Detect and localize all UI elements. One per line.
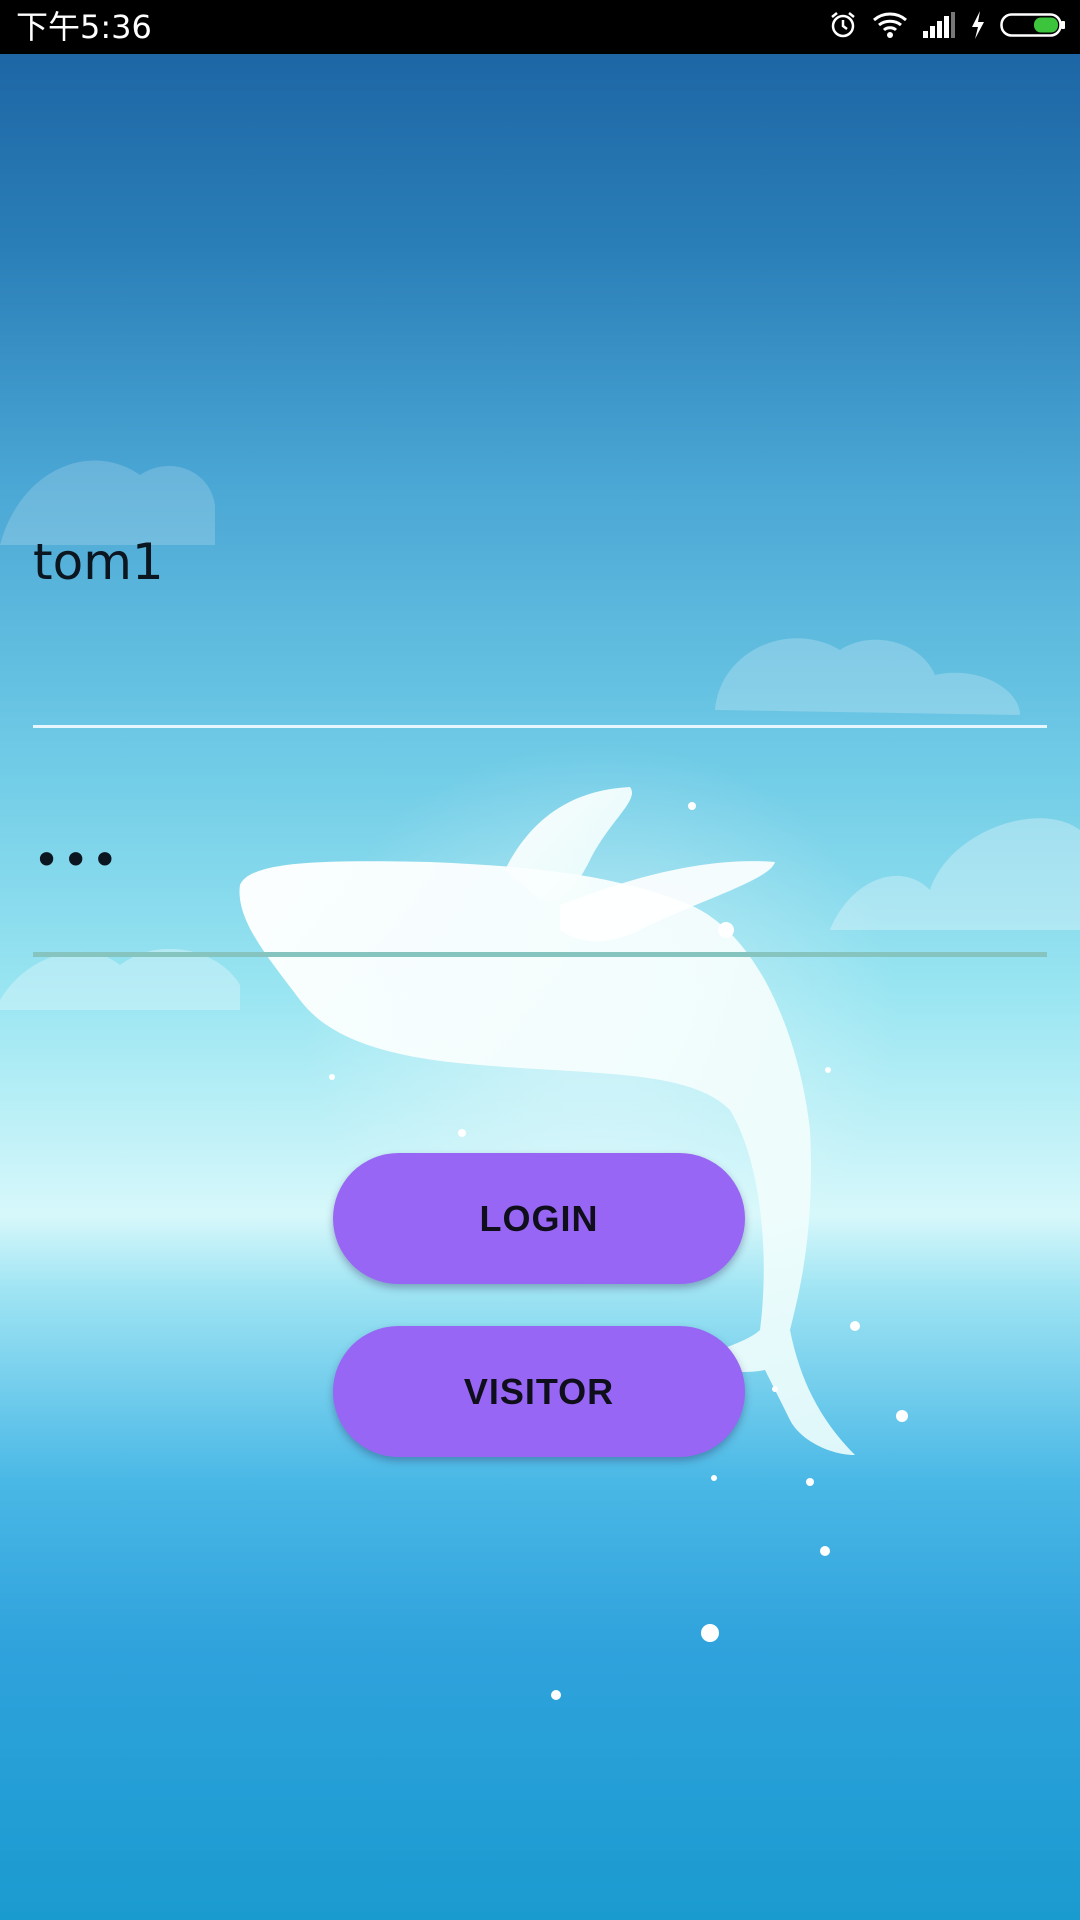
status-bar: 下午5:36 [0, 0, 1080, 54]
username-underline [33, 725, 1047, 728]
charging-icon [970, 10, 986, 45]
password-underline [33, 952, 1047, 957]
username-input[interactable]: tom1 [33, 532, 164, 592]
battery-icon [1000, 11, 1066, 44]
login-button-label: LOGIN [479, 1197, 599, 1239]
background-illustration [0, 460, 1080, 1700]
visitor-button[interactable]: VISITOR [333, 1326, 745, 1457]
password-input[interactable]: ••• [33, 830, 120, 890]
status-time: 下午5:36 [16, 8, 152, 46]
alarm-icon [828, 10, 858, 45]
login-screen: 下午5:36 tom1 ••• LOGIN VISITOR [0, 0, 1080, 1920]
signal-icon [922, 11, 956, 44]
status-icons [828, 10, 1066, 44]
wifi-icon [872, 11, 908, 44]
visitor-button-label: VISITOR [463, 1370, 615, 1412]
login-button[interactable]: LOGIN [333, 1153, 745, 1284]
